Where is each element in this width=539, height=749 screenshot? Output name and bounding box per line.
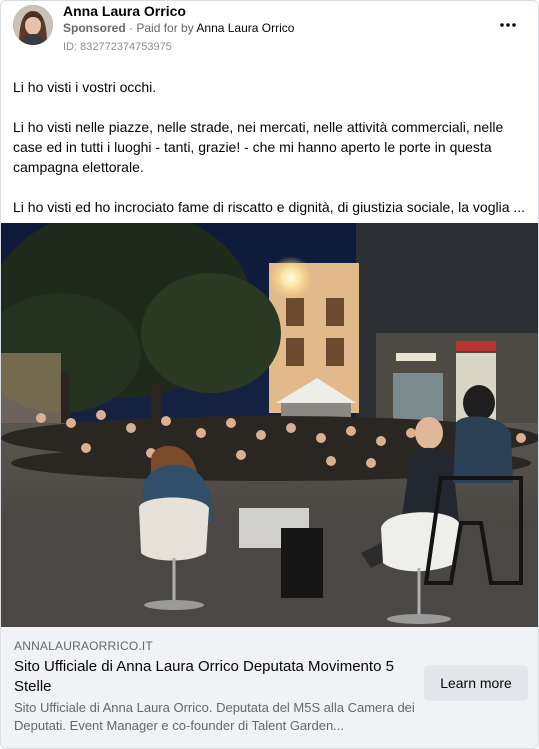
learn-more-button[interactable]: Learn more: [424, 665, 528, 701]
post-paragraph: Li ho visti i vostri occhi.: [13, 79, 157, 95]
post-header: Anna Laura Orrico Sponsored · Paid for b…: [1, 1, 538, 63]
post-paragraph: Li ho visti nelle piazze, nelle strade, …: [13, 119, 504, 175]
link-domain: ANNALAURAORRICO.IT: [14, 639, 153, 653]
link-headline[interactable]: Sito Ufficiale di Anna Laura Orrico Depu…: [14, 657, 419, 697]
author-name[interactable]: Anna Laura Orrico: [63, 3, 186, 19]
meta-separator: ·: [125, 21, 137, 35]
link-preview[interactable]: ANNALAURAORRICO.IT Sito Ufficiale di Ann…: [1, 627, 538, 748]
link-description: Sito Ufficiale di Anna Laura Orrico. Dep…: [14, 700, 415, 733]
post-paragraph: Li ho visti ed ho incrociato fame di ris…: [13, 199, 526, 215]
avatar[interactable]: [13, 5, 53, 45]
paid-for-name[interactable]: Anna Laura Orrico: [196, 21, 294, 35]
more-options-button[interactable]: [496, 17, 520, 33]
ad-id: ID: 832772374753975: [63, 41, 172, 53]
sponsored-label: Sponsored: [63, 21, 126, 35]
post-photo[interactable]: [1, 223, 538, 627]
sponsored-meta: Sponsored · Paid for by Anna Laura Orric…: [63, 21, 294, 35]
paid-for-prefix: Paid for by: [136, 21, 197, 35]
sponsored-post-card: Anna Laura Orrico Sponsored · Paid for b…: [0, 0, 539, 749]
avatar-image: [13, 5, 53, 45]
post-body: Li ho visti i vostri occhi. Li ho visti …: [13, 77, 527, 237]
more-horizontal-icon: [500, 23, 516, 27]
event-photo: [1, 223, 538, 627]
